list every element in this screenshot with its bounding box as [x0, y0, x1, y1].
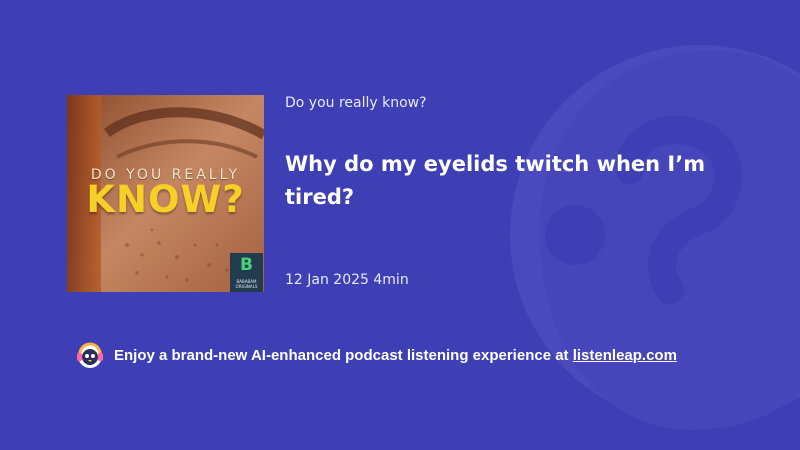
episode-date: 12 Jan 2025	[285, 272, 369, 288]
promo-text: Enjoy a brand-new AI-enhanced podcast li…	[114, 347, 677, 364]
episode-duration: 4min	[373, 272, 409, 288]
listenleap-watermark-icon	[510, 45, 800, 430]
promo-banner: Enjoy a brand-new AI-enhanced podcast li…	[75, 340, 677, 370]
episode-meta: 12 Jan 2025 4min	[285, 272, 409, 288]
penguin-headphones-icon	[77, 342, 103, 368]
badge-text: BABABAM ORIGINALS	[230, 279, 263, 289]
bababam-badge-icon: B BABABAM ORIGINALS	[230, 253, 263, 292]
badge-letter: B	[240, 255, 253, 275]
badge-text-line2: ORIGINALS	[235, 284, 258, 289]
cover-title-main: KNOW?	[86, 178, 245, 221]
listenleap-link[interactable]: listenleap.com	[573, 347, 677, 364]
episode-title: Why do my eyelids twitch when I’m tired?	[285, 152, 706, 209]
promo-message: Enjoy a brand-new AI-enhanced podcast li…	[114, 346, 573, 364]
show-name[interactable]: Do you really know?	[285, 95, 427, 111]
podcast-cover[interactable]: DO YOU REALLY KNOW? B BABABAM ORIGINALS	[67, 95, 264, 292]
